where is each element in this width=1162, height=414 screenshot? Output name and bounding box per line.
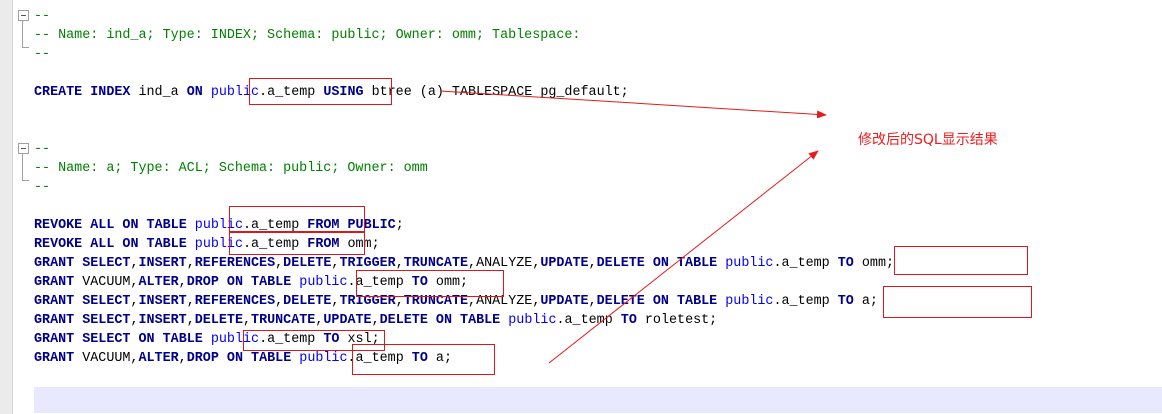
annotation-label: 修改后的SQL显示结果	[858, 132, 998, 148]
arrow-to-annotation-top	[439, 90, 827, 119]
arrow-to-annotation-bottom	[548, 150, 819, 364]
annotation-arrows	[439, 90, 827, 364]
